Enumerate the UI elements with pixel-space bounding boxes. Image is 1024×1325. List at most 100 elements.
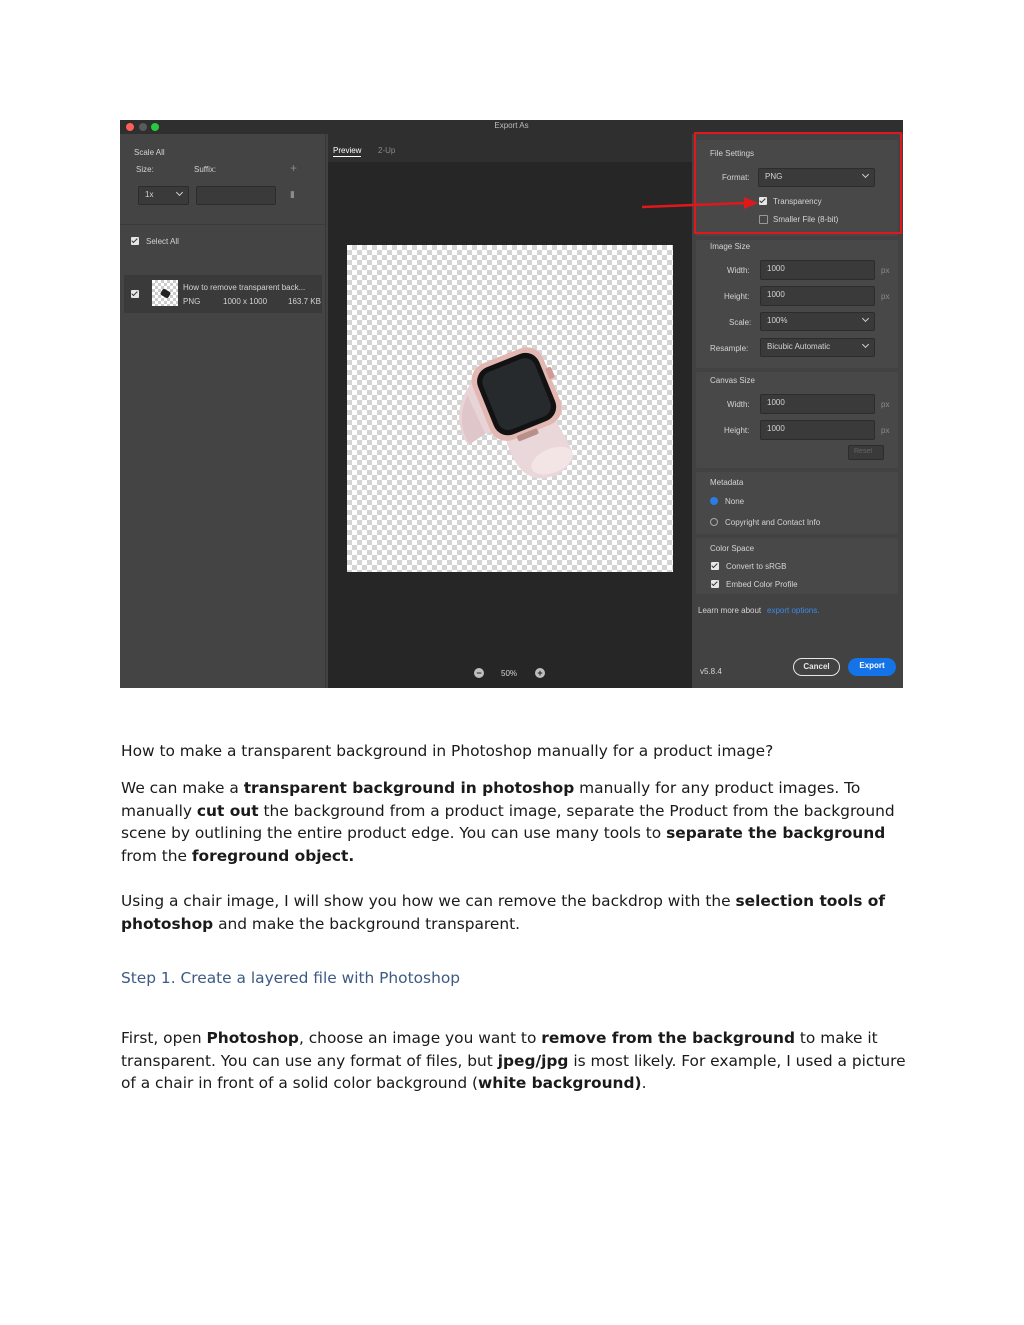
metadata-copyright-radio[interactable]: [710, 518, 718, 526]
article-question: How to make a transparent background in …: [121, 742, 774, 760]
text-run: , choose an image you want to: [298, 1029, 542, 1047]
image-width-unit: px: [881, 266, 890, 275]
resample-value: Bicubic Automatic: [767, 342, 831, 351]
canvas-width-input[interactable]: 1000: [760, 394, 875, 414]
text-run: Using a chair image, I will show you how…: [121, 892, 736, 910]
text-run: First, open: [121, 1029, 207, 1047]
image-height-unit: px: [881, 292, 890, 301]
transparent-preview-canvas: [347, 245, 673, 572]
canvas-width-value: 1000: [767, 398, 785, 407]
image-height-value: 1000: [767, 290, 785, 299]
divider: [120, 224, 325, 225]
zoom-in-icon[interactable]: +: [535, 668, 545, 678]
canvas-height-label: Height:: [724, 426, 750, 435]
preview-tabs: Preview 2-Up: [328, 134, 692, 162]
suffix-label: Suffix:: [194, 165, 217, 174]
bold-run: Photoshop: [206, 1029, 299, 1047]
bold-run: foreground object.: [191, 846, 355, 865]
asset-checkbox[interactable]: [131, 290, 139, 298]
asset-dimensions: 1000 x 1000: [223, 297, 268, 306]
resample-select[interactable]: Bicubic Automatic: [760, 338, 875, 357]
article-paragraph-1: We can make a transparent background in …: [121, 777, 906, 867]
text-run: .: [641, 1074, 647, 1092]
metadata-copyright-label: Copyright and Contact Info: [725, 518, 821, 527]
zoom-out-icon[interactable]: −: [474, 668, 484, 678]
text-run: We can make a: [121, 779, 244, 797]
canvas-width-unit: px: [881, 400, 890, 409]
suffix-input[interactable]: [196, 186, 276, 205]
select-all-label: Select All: [146, 237, 179, 246]
metadata-heading: Metadata: [710, 478, 744, 487]
asset-format: PNG: [183, 297, 201, 306]
version-label: v5.8.4: [700, 667, 722, 676]
watch-image: [459, 347, 574, 479]
image-width-input[interactable]: 1000: [760, 260, 875, 280]
canvas-size-heading: Canvas Size: [710, 376, 755, 385]
bold-run: transparent background in photoshop: [243, 779, 575, 797]
image-height-input[interactable]: 1000: [760, 286, 875, 306]
canvas-height-value: 1000: [767, 424, 785, 433]
preview-area: Preview 2-Up − 50% +: [328, 134, 692, 688]
asset-row[interactable]: How to remove transparent back... PNG 10…: [124, 275, 322, 313]
cancel-button-visible[interactable]: Cancel: [793, 658, 840, 676]
chevron-down-icon: [861, 314, 870, 323]
highlight-box: [694, 132, 902, 234]
scale-size-value: 1x: [145, 190, 154, 199]
size-label: Size:: [136, 165, 154, 174]
reset-label: Reset: [854, 448, 873, 455]
scale-all-label: Scale All: [134, 148, 165, 157]
scale-label: Scale:: [729, 318, 752, 327]
image-size-heading: Image Size: [710, 242, 751, 251]
image-width-label: Width:: [727, 266, 750, 275]
select-all-checkbox[interactable]: [131, 237, 139, 245]
add-scale-icon[interactable]: +: [290, 161, 297, 175]
scale-size-select[interactable]: 1x: [138, 186, 189, 205]
assets-pane: Scale All Size: Suffix: + 1x ▮ Select Al…: [120, 134, 326, 688]
step-1-heading: Step 1. Create a layered file with Photo…: [121, 969, 461, 987]
export-as-screenshot: Export As Scale All Size: Suffix: + 1x ▮…: [120, 120, 903, 688]
embed-profile-label: Embed Color Profile: [726, 580, 798, 589]
canvas-height-input[interactable]: 1000: [760, 420, 875, 440]
article-paragraph-2: Using a chair image, I will show you how…: [121, 890, 906, 935]
red-arrow-icon: [641, 197, 758, 209]
metadata-section: Metadata None Copyright and Contact Info: [696, 472, 898, 534]
image-width-value: 1000: [767, 264, 785, 273]
export-button-visible[interactable]: Export: [848, 658, 896, 676]
canvas-width-label: Width:: [727, 400, 750, 409]
asset-thumbnail: [152, 280, 178, 306]
cancel-label: Cancel: [803, 662, 830, 671]
metadata-none-label: None: [725, 497, 745, 506]
window-title: Export As: [494, 121, 529, 130]
embed-profile-checkbox[interactable]: [711, 580, 719, 588]
article-paragraph-3: First, open Photoshop, choose an image y…: [121, 1027, 906, 1095]
bold-run: remove from the background: [541, 1029, 795, 1047]
bold-run: white background): [478, 1074, 642, 1092]
resample-label: Resample:: [710, 344, 749, 353]
scale-value: 100%: [767, 316, 788, 325]
zoom-controls: − 50% +: [328, 658, 692, 688]
bold-run: separate the background: [666, 824, 886, 842]
tab-preview[interactable]: Preview: [333, 146, 362, 157]
metadata-none-radio[interactable]: [710, 497, 718, 505]
reset-button[interactable]: Reset: [848, 445, 884, 460]
export-options-link[interactable]: export options.: [767, 606, 819, 615]
zoom-level: 50%: [501, 669, 518, 678]
bold-run: jpeg/jpg: [497, 1051, 569, 1070]
canvas-size-section: Canvas Size Width: 1000 px Height: 1000 …: [696, 372, 898, 468]
canvas-height-unit: px: [881, 426, 890, 435]
image-size-section: Image Size Width: 1000 px Height: 1000 p…: [696, 240, 898, 368]
trash-icon[interactable]: ▮: [290, 189, 295, 200]
export-label: Export: [859, 661, 885, 670]
convert-srgb-label: Convert to sRGB: [726, 562, 787, 571]
scale-select[interactable]: 100%: [760, 312, 875, 331]
asset-filesize: 163.7 KB: [288, 297, 321, 306]
asset-filename: How to remove transparent back...: [183, 283, 306, 292]
convert-srgb-checkbox[interactable]: [711, 562, 719, 570]
color-space-section: Color Space Convert to sRGB Embed Color …: [696, 538, 898, 594]
chevron-down-icon: [861, 340, 870, 349]
color-space-heading: Color Space: [710, 544, 755, 553]
tab-2-up[interactable]: 2-Up: [378, 146, 395, 155]
bold-run: cut out: [196, 801, 259, 820]
text-run: from the: [121, 846, 192, 865]
image-height-label: Height:: [724, 292, 750, 301]
